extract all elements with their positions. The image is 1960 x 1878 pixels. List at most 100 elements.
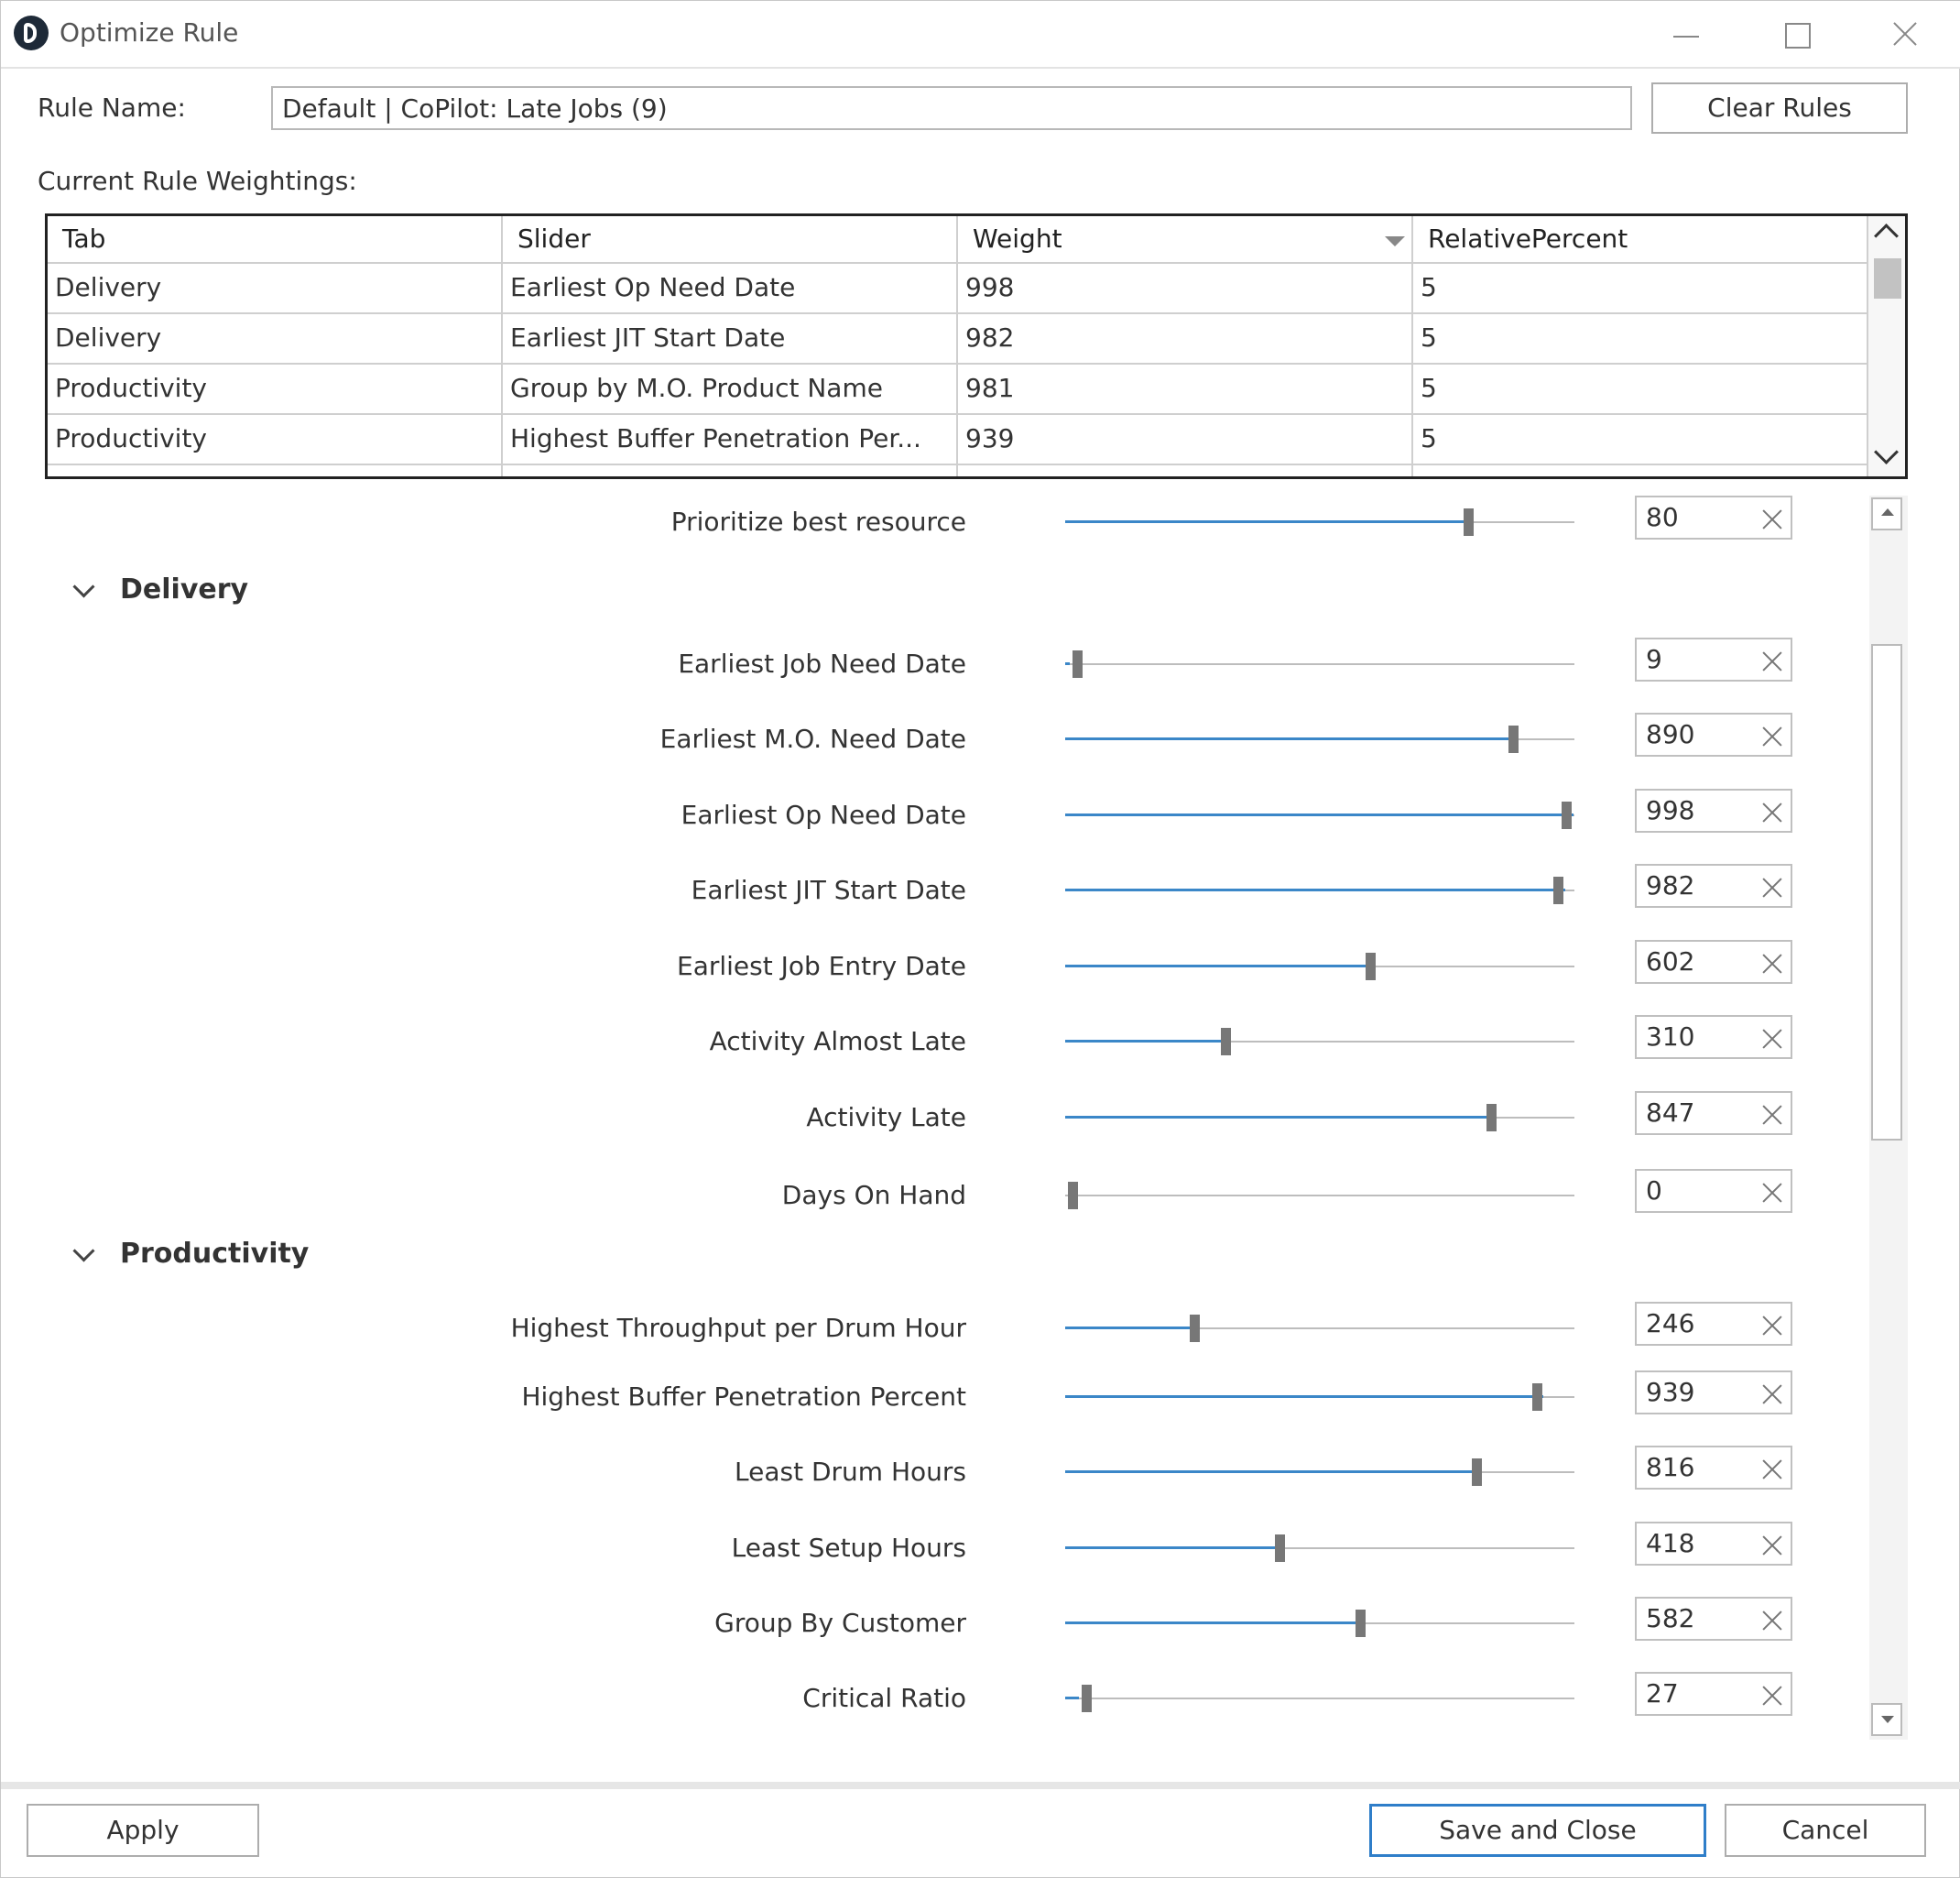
slider-thumb[interactable] [1081,1685,1092,1712]
slider-value-input[interactable]: 998 [1635,789,1792,833]
cell-slider[interactable]: Earliest Op Need Date [503,262,958,312]
table-row[interactable] [48,464,1868,476]
cell-relative-percent[interactable]: 5 [1413,413,1868,464]
slider-value-input[interactable]: 27 [1635,1672,1792,1716]
minimize-icon[interactable] [1659,10,1714,58]
clear-value-icon[interactable] [1761,1104,1783,1126]
clear-value-icon[interactable] [1761,1534,1783,1556]
cell-tab[interactable]: Delivery [48,312,503,363]
cell-tab[interactable]: Productivity [48,413,503,464]
slider-value-input[interactable]: 0 [1635,1169,1792,1213]
cell-slider[interactable]: Highest Buffer Penetration Per... [503,413,958,464]
table-cell[interactable] [503,464,958,476]
slider-thumb[interactable] [1068,1182,1078,1209]
slider-track[interactable] [1065,1685,1574,1712]
table-cell[interactable] [958,464,1413,476]
column-header-slider[interactable]: Slider [503,216,958,262]
slider-thumb[interactable] [1553,877,1564,904]
slider-thumb[interactable] [1532,1383,1543,1411]
cell-weight[interactable]: 939 [958,413,1413,464]
slider-track[interactable] [1065,508,1574,536]
table-row[interactable]: Productivity Group by M.O. Product Name 98… [48,363,1868,415]
slider-value-input[interactable]: 80 [1635,496,1792,540]
cell-relative-percent[interactable]: 5 [1413,312,1868,363]
slider-track[interactable] [1065,1534,1574,1562]
clear-value-icon[interactable] [1761,1182,1783,1204]
clear-value-icon[interactable] [1761,802,1783,824]
clear-value-icon[interactable] [1761,1315,1783,1337]
slider-track[interactable] [1065,1182,1574,1209]
clear-value-icon[interactable] [1761,953,1783,975]
slider-thumb[interactable] [1464,508,1474,536]
cell-weight[interactable]: 981 [958,363,1413,413]
apply-button[interactable]: Apply [27,1804,259,1857]
slider-value-input[interactable]: 890 [1635,713,1792,757]
slider-track[interactable] [1065,1028,1574,1055]
clear-rules-button[interactable]: Clear Rules [1651,82,1908,134]
clear-value-icon[interactable] [1761,1458,1783,1480]
clear-value-icon[interactable] [1761,1028,1783,1050]
slider-track[interactable] [1065,1104,1574,1131]
slider-track[interactable] [1065,726,1574,753]
slider-thumb[interactable] [1486,1104,1497,1131]
cell-tab[interactable]: Delivery [48,262,503,312]
slider-value-input[interactable]: 310 [1635,1015,1792,1059]
cell-slider[interactable]: Earliest JIT Start Date [503,312,958,363]
clear-value-icon[interactable] [1761,1383,1783,1405]
clear-value-icon[interactable] [1761,877,1783,899]
chevron-down-icon[interactable] [72,575,95,598]
slider-value-input[interactable]: 602 [1635,940,1792,984]
slider-value-input[interactable]: 582 [1635,1597,1792,1641]
slider-value-input[interactable]: 982 [1635,864,1792,908]
panel-scroll-thumb[interactable] [1871,644,1902,1141]
cancel-button[interactable]: Cancel [1725,1804,1926,1857]
slider-value-input[interactable]: 9 [1635,638,1792,682]
cell-relative-percent[interactable]: 5 [1413,262,1868,312]
clear-value-icon[interactable] [1761,1685,1783,1707]
slider-thumb[interactable] [1561,802,1572,829]
slider-thumb[interactable] [1221,1028,1232,1055]
slider-thumb[interactable] [1274,1534,1285,1562]
slider-thumb[interactable] [1366,953,1377,980]
table-row[interactable]: Delivery Earliest Op Need Date 998 5 [48,262,1868,314]
table-row[interactable]: Productivity Highest Buffer Penetration P… [48,413,1868,465]
clear-value-icon[interactable] [1761,508,1783,530]
slider-thumb[interactable] [1189,1315,1200,1342]
cell-tab[interactable]: Productivity [48,363,503,413]
slider-track[interactable] [1065,802,1574,829]
table-cell[interactable] [48,464,503,476]
slider-track[interactable] [1065,1458,1574,1486]
table-row[interactable]: Delivery Earliest JIT Start Date 982 5 [48,312,1868,365]
clear-value-icon[interactable] [1761,726,1783,748]
scroll-down-icon[interactable] [1874,440,1899,464]
panel-scroll-up-icon[interactable] [1871,497,1902,530]
slider-value-input[interactable]: 816 [1635,1446,1792,1490]
maximize-icon[interactable] [1769,10,1824,58]
chevron-down-icon[interactable] [72,1239,95,1262]
slider-track[interactable] [1065,877,1574,904]
table-cell[interactable] [1413,464,1868,476]
slider-track[interactable] [1065,1315,1574,1342]
panel-scroll-down-icon[interactable] [1871,1703,1902,1736]
slider-track[interactable] [1065,953,1574,980]
save-and-close-button[interactable]: Save and Close [1369,1804,1706,1857]
clear-value-icon[interactable] [1761,1610,1783,1632]
slider-track[interactable] [1065,1383,1574,1411]
panel-scrollbar[interactable] [1869,496,1908,1740]
slider-thumb[interactable] [1072,650,1083,678]
slider-track[interactable] [1065,650,1574,678]
grid-scrollbar[interactable] [1868,216,1905,476]
slider-value-input[interactable]: 939 [1635,1370,1792,1414]
column-header-relative-percent[interactable]: RelativePercent [1413,216,1868,262]
slider-thumb[interactable] [1508,726,1519,753]
slider-thumb[interactable] [1356,1610,1367,1637]
cell-weight[interactable]: 982 [958,312,1413,363]
slider-value-input[interactable]: 847 [1635,1091,1792,1135]
slider-value-input[interactable]: 418 [1635,1522,1792,1566]
slider-value-input[interactable]: 246 [1635,1302,1792,1346]
rule-name-input[interactable] [271,86,1632,130]
grid-scroll-thumb[interactable] [1874,258,1901,299]
close-icon[interactable] [1878,10,1933,58]
column-header-tab[interactable]: Tab [48,216,503,262]
column-header-weight[interactable]: Weight [958,216,1413,262]
